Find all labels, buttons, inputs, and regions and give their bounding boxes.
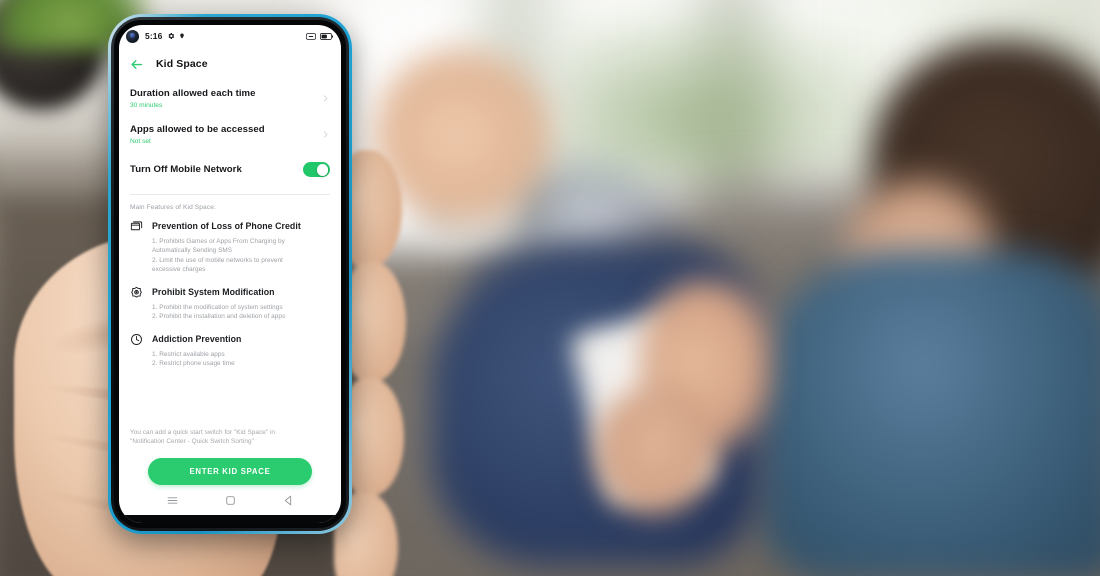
setting-title: Turn Off Mobile Network	[130, 164, 242, 176]
mobile-network-toggle[interactable]	[303, 162, 330, 178]
feature-line: 2. Limit the use of mobile networks to p…	[152, 256, 283, 264]
enter-kid-space-button[interactable]: ENTER KID SPACE	[148, 458, 312, 485]
clock-icon	[131, 333, 142, 345]
setting-row-duration[interactable]: Duration allowed each time 30 minutes	[130, 81, 330, 117]
android-nav-bar	[119, 485, 341, 515]
footnote: You can add a quick start switch for "Ki…	[119, 426, 341, 447]
child-hand-lower	[595, 385, 715, 515]
page-title: Kid Space	[156, 58, 208, 70]
cta-container: ENTER KID SPACE	[119, 447, 341, 485]
feature-line: Automatically Sending SMS	[152, 247, 233, 255]
status-bar-right-icons	[306, 32, 333, 40]
setting-value: 30 minutes	[130, 102, 163, 109]
setting-row-mobile-network[interactable]: Turn Off Mobile Network	[130, 153, 330, 187]
front-camera-punch-hole	[126, 29, 139, 43]
back-triangle-icon[interactable]	[282, 494, 295, 507]
status-bar-left-icons	[167, 32, 185, 40]
setting-title: Duration allowed each time	[130, 88, 256, 99]
setting-texts: Duration allowed each time 30 minutes	[130, 88, 321, 110]
feature-header: Addiction Prevention	[130, 333, 330, 346]
feature-lines: 1. Restrict available apps 2. Restrict p…	[152, 350, 330, 369]
app-bar: Kid Space	[119, 47, 341, 81]
screen-bottom-chin	[119, 515, 341, 523]
feature-line: 2. Prohibit the installation and deletio…	[152, 313, 286, 321]
features-section: Main Features of Kid Space: Prevention o…	[119, 195, 341, 426]
dnd-icon	[306, 32, 316, 40]
chevron-right-icon	[323, 95, 328, 103]
smartphone: 5:16 Kid Space Duration allowed each tim…	[108, 14, 352, 534]
location-icon	[180, 33, 185, 39]
gear-icon	[168, 33, 175, 39]
setting-texts: Turn Off Mobile Network	[130, 164, 303, 176]
feature-line: 1. Prohibit the modification of system s…	[152, 303, 283, 311]
feature-title: Prevention of Loss of Phone Credit	[152, 221, 301, 232]
feature-phone-credit: Prevention of Loss of Phone Credit 1. Pr…	[130, 220, 330, 275]
back-arrow-icon[interactable]	[129, 57, 144, 72]
feature-line: excessive charges	[152, 266, 206, 274]
status-bar: 5:16	[119, 25, 341, 47]
feature-header: Prevention of Loss of Phone Credit	[130, 220, 330, 233]
feature-header: Prohibit System Modification	[130, 286, 330, 299]
footnote-line: "Notification Center - Quick Switch Sort…	[130, 438, 254, 446]
feature-system-modification: Prohibit System Modification 1. Prohibit…	[130, 286, 330, 322]
feature-line: 1. Prohibits Games or Apps From Charging…	[152, 237, 285, 245]
chevron-right-icon	[323, 131, 328, 138]
feature-line: 2. Restrict phone usage time	[152, 360, 235, 368]
setting-value: Not set	[130, 137, 151, 145]
feature-title: Addiction Prevention	[152, 334, 242, 345]
credit-card-icon	[130, 221, 143, 231]
feature-title: Prohibit System Modification	[152, 287, 275, 298]
status-bar-time: 5:16	[145, 31, 163, 41]
menu-icon[interactable]	[166, 494, 179, 507]
home-square-icon[interactable]	[224, 494, 237, 507]
phone-screen: 5:16 Kid Space Duration allowed each tim…	[119, 25, 341, 523]
feature-line: 1. Restrict available apps	[152, 350, 225, 358]
feature-lines: 1. Prohibits Games or Apps From Charging…	[152, 237, 330, 275]
settings-list: Duration allowed each time 30 minutes Ap…	[119, 81, 341, 187]
setting-texts: Apps allowed to be accessed Not set	[130, 124, 321, 146]
setting-row-apps[interactable]: Apps allowed to be accessed Not set	[130, 117, 330, 153]
child-shirt	[760, 250, 1100, 576]
feature-lines: 1. Prohibit the modification of system s…	[152, 303, 330, 322]
features-caption: Main Features of Kid Space:	[130, 203, 216, 211]
target-settings-icon	[131, 286, 142, 298]
screenshot-stage: 5:16 Kid Space Duration allowed each tim…	[0, 0, 1100, 576]
setting-title: Apps allowed to be accessed	[130, 123, 265, 135]
battery-icon	[320, 32, 333, 40]
feature-addiction-prevention: Addiction Prevention 1. Restrict availab…	[130, 333, 330, 369]
footnote-line: You can add a quick start switch for "Ki…	[130, 428, 276, 436]
